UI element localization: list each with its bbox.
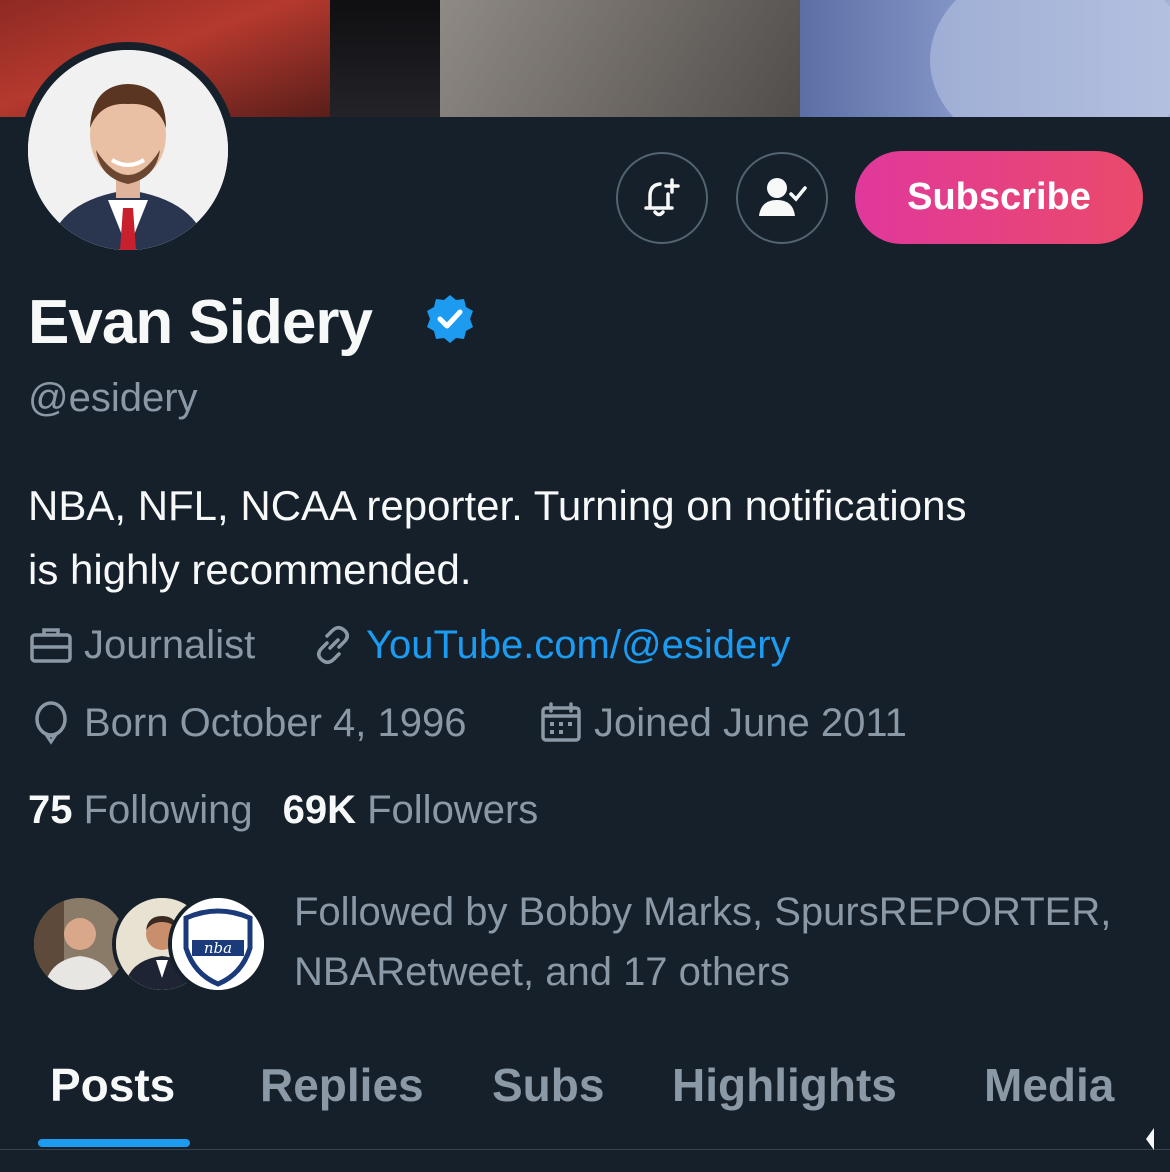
- following-button[interactable]: [736, 152, 828, 244]
- followed-by-line-2: NBARetweet, and 17 others: [294, 950, 790, 994]
- follower-avatar-3[interactable]: nba: [168, 894, 268, 994]
- birthday-label: Born October 4, 1996: [84, 700, 467, 745]
- calendar-icon: [541, 702, 581, 742]
- bell-plus-icon: [644, 178, 680, 217]
- joined-item: Joined June 2011: [538, 700, 907, 746]
- person-check-icon: [759, 178, 807, 216]
- profile-name: Evan Sidery: [28, 288, 373, 357]
- subscribe-button[interactable]: Subscribe: [855, 151, 1143, 244]
- follow-stats: 75 Following 69K Followers: [28, 788, 538, 833]
- followers-stat[interactable]: 69K Followers: [283, 788, 539, 833]
- briefcase-icon: [30, 628, 72, 663]
- scroll-indicator-icon[interactable]: [1140, 1124, 1160, 1154]
- following-stat[interactable]: 75 Following: [28, 788, 253, 833]
- tab-replies[interactable]: Replies: [260, 1058, 424, 1112]
- link-icon: [317, 626, 349, 664]
- website-link[interactable]: YouTube.com/@esidery: [366, 623, 791, 668]
- profile-handle: @esidery: [28, 376, 198, 420]
- bio-line-2: is highly recommended.: [28, 546, 472, 593]
- tabs-divider: [0, 1149, 1170, 1150]
- bio-line-1: NBA, NFL, NCAA reporter. Turning on noti…: [28, 482, 967, 529]
- followed-by-line-1: Followed by Bobby Marks, SpursREPORTER,: [294, 890, 1112, 934]
- avatar-photo: [28, 50, 228, 250]
- notifications-button[interactable]: [616, 152, 708, 244]
- profession-item: Journalist: [28, 622, 255, 668]
- nbaretweet-logo-icon: nba: [172, 898, 264, 990]
- balloon-icon: [35, 701, 67, 745]
- tab-media[interactable]: Media: [984, 1058, 1114, 1112]
- following-label: Following: [83, 788, 253, 832]
- joined-label: Joined June 2011: [594, 700, 907, 745]
- followed-by-text[interactable]: Followed by Bobby Marks, SpursREPORTER, …: [294, 882, 1154, 1002]
- profile-bio: NBA, NFL, NCAA reporter. Turning on noti…: [28, 474, 1138, 602]
- birthday-item: Born October 4, 1996: [28, 700, 466, 746]
- followers-label: Followers: [367, 788, 539, 832]
- followers-count: 69K: [282, 788, 356, 832]
- active-tab-indicator: [38, 1139, 190, 1147]
- tab-subs[interactable]: Subs: [492, 1058, 604, 1112]
- tab-posts[interactable]: Posts: [50, 1058, 175, 1112]
- verified-badge-icon[interactable]: [424, 293, 476, 345]
- profession-label: Journalist: [84, 622, 256, 667]
- profile-avatar[interactable]: [20, 42, 236, 258]
- tab-highlights[interactable]: Highlights: [672, 1058, 897, 1112]
- following-count: 75: [28, 788, 73, 832]
- logo-text: nba: [204, 939, 232, 957]
- website-item[interactable]: YouTube.com/@esidery: [310, 622, 791, 668]
- profile-tabs: Posts Replies Subs Highlights Media: [0, 1030, 1170, 1150]
